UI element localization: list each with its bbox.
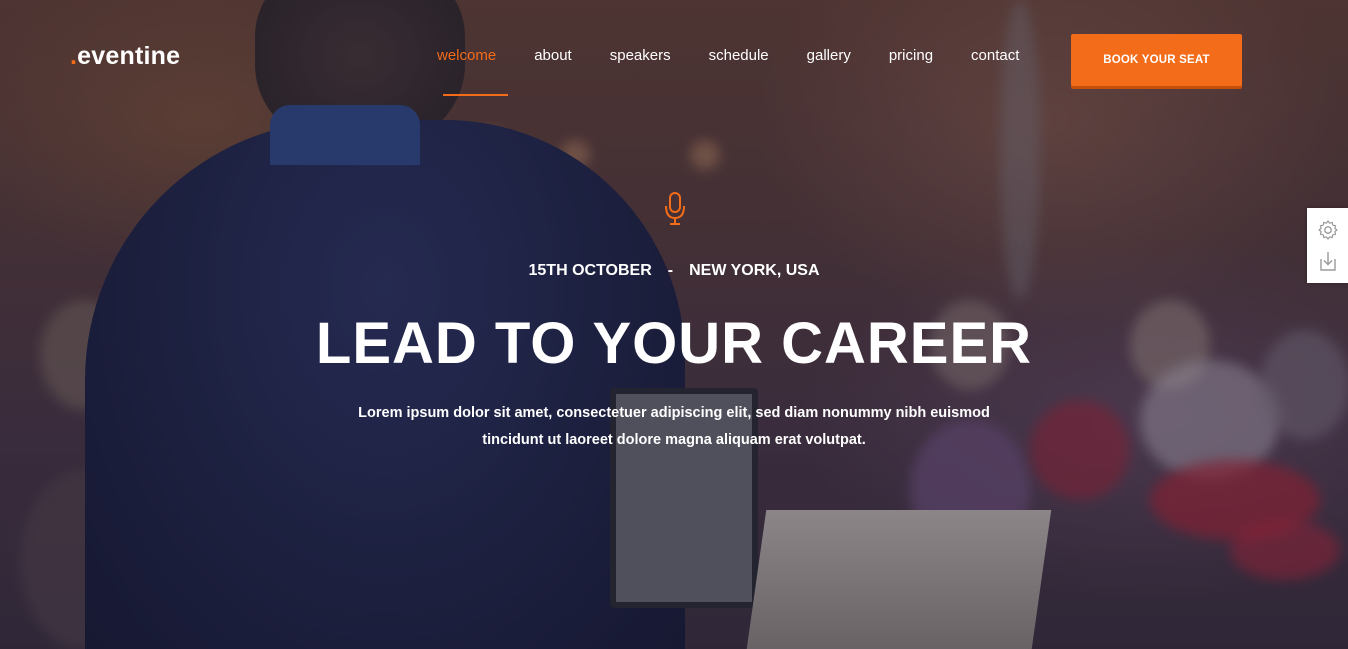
microphone-icon xyxy=(665,192,685,225)
main-nav: welcome about speakers schedule gallery … xyxy=(418,44,1038,96)
nav-item-welcome[interactable]: welcome xyxy=(418,44,515,96)
hero-description: Lorem ipsum dolor sit amet, consectetuer… xyxy=(324,400,1024,454)
hero-title: LEAD TO YOUR CAREER xyxy=(315,311,1033,376)
event-location: NEW YORK, USA xyxy=(689,262,820,279)
nav-item-gallery[interactable]: gallery xyxy=(788,44,870,68)
nav-item-schedule[interactable]: schedule xyxy=(690,44,788,68)
nav-item-speakers[interactable]: speakers xyxy=(591,44,690,68)
nav-item-contact[interactable]: contact xyxy=(952,44,1038,68)
event-date: 15TH OCTOBER xyxy=(528,262,652,279)
hero-description-line-2: tincidunt ut laoreet dolore magna aliqua… xyxy=(482,432,866,448)
brand-name: eventine xyxy=(77,42,181,70)
book-your-seat-button[interactable]: BOOK YOUR SEAT xyxy=(1071,34,1242,86)
meta-separator: - xyxy=(667,262,674,279)
side-panel xyxy=(1307,208,1348,283)
gear-icon[interactable] xyxy=(1316,218,1340,242)
hero-description-line-1: Lorem ipsum dolor sit amet, consectetuer… xyxy=(358,405,990,421)
event-meta: 15TH OCTOBER - NEW YORK, USA xyxy=(0,262,1348,280)
download-icon[interactable] xyxy=(1316,249,1340,273)
brand-logo[interactable]: .eventine xyxy=(70,42,180,71)
nav-item-pricing[interactable]: pricing xyxy=(870,44,952,68)
nav-item-about[interactable]: about xyxy=(515,44,591,68)
